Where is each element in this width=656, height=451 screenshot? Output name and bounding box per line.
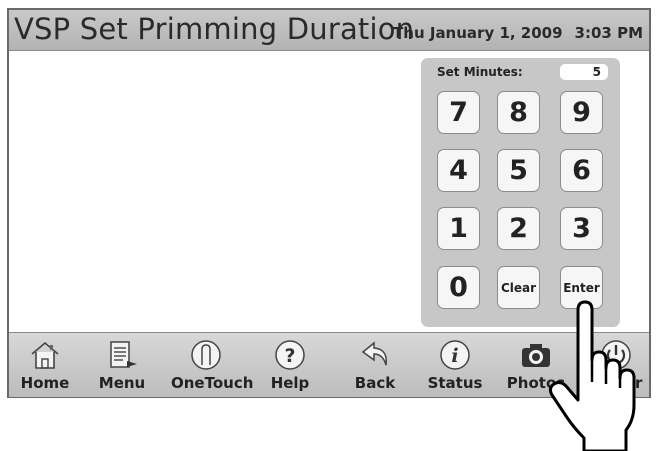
menu-document-icon bbox=[110, 341, 137, 368]
finger-touch-icon bbox=[191, 340, 221, 370]
toolbar-back-label: Back bbox=[354, 374, 396, 392]
key-9[interactable]: 9 bbox=[560, 91, 603, 134]
key-4[interactable]: 4 bbox=[437, 149, 480, 192]
time-text: 3:03 PM bbox=[574, 24, 643, 42]
toolbar-onetouch-label: OneTouch bbox=[171, 374, 254, 392]
key-0[interactable]: 0 bbox=[437, 266, 480, 309]
info-icon: i bbox=[440, 340, 470, 370]
date-text: Thu January 1, 2009 bbox=[393, 24, 563, 42]
header-bar: VSP Set Primming Duration Thu January 1,… bbox=[9, 10, 649, 51]
numeric-keypad: Set Minutes: 5 7 8 9 4 5 6 1 2 3 0 Clear… bbox=[421, 58, 620, 327]
toolbar-status-label: Status bbox=[427, 374, 483, 392]
pointing-hand-icon bbox=[548, 300, 636, 451]
toolbar-help[interactable]: ? Help bbox=[255, 333, 325, 397]
svg-text:i: i bbox=[451, 345, 458, 367]
key-6[interactable]: 6 bbox=[560, 149, 603, 192]
set-minutes-label: Set Minutes: bbox=[437, 65, 523, 79]
date-time-display: Thu January 1, 2009 3:03 PM bbox=[393, 24, 643, 42]
page-title: VSP Set Primming Duration bbox=[14, 12, 415, 46]
svg-text:?: ? bbox=[284, 345, 295, 367]
toolbar-menu[interactable]: Menu bbox=[87, 333, 157, 397]
toolbar-onetouch[interactable]: OneTouch bbox=[171, 333, 254, 397]
toolbar-help-label: Help bbox=[270, 374, 310, 392]
back-arrow-icon bbox=[361, 341, 387, 366]
toolbar-status[interactable]: i Status bbox=[420, 333, 490, 397]
toolbar-back[interactable]: Back bbox=[340, 333, 410, 397]
key-8[interactable]: 8 bbox=[497, 91, 540, 134]
house-icon bbox=[31, 341, 59, 369]
key-7[interactable]: 7 bbox=[437, 91, 480, 134]
minutes-value-display: 5 bbox=[560, 64, 608, 80]
key-3[interactable]: 3 bbox=[560, 207, 603, 250]
toolbar-home-label: Home bbox=[20, 374, 70, 392]
key-2[interactable]: 2 bbox=[497, 207, 540, 250]
toolbar-menu-label: Menu bbox=[98, 374, 146, 392]
main-area: Set Minutes: 5 7 8 9 4 5 6 1 2 3 0 Clear… bbox=[9, 51, 649, 331]
question-icon: ? bbox=[275, 340, 305, 370]
key-5[interactable]: 5 bbox=[497, 149, 540, 192]
key-1[interactable]: 1 bbox=[437, 207, 480, 250]
toolbar-home[interactable]: Home bbox=[10, 333, 80, 397]
